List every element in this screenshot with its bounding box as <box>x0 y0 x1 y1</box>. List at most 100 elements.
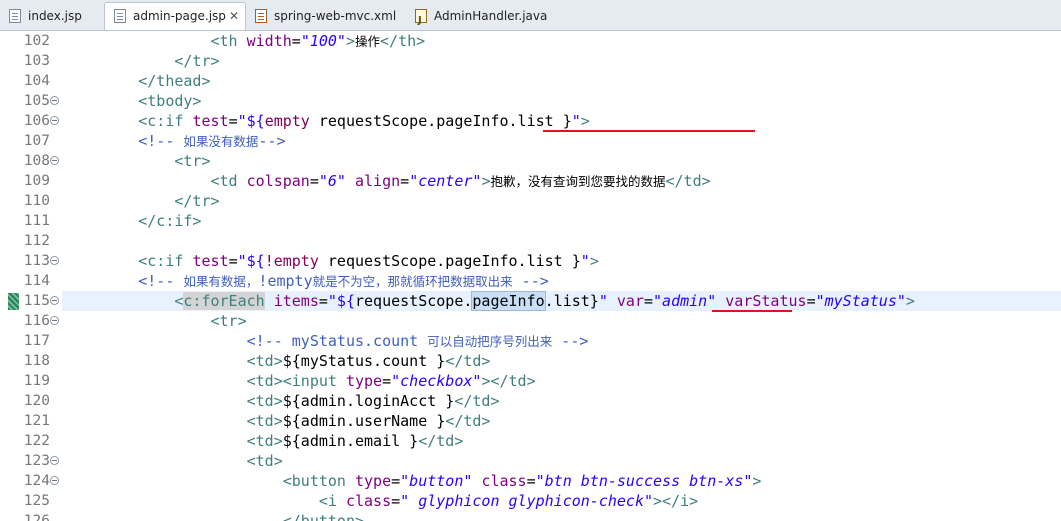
code-line[interactable]: 120 <td>${admin.loginAcct }</td> <box>0 391 1061 411</box>
code-token: .list} <box>544 292 599 310</box>
code-token: "${ <box>237 112 265 130</box>
code-token: = <box>391 492 401 510</box>
line-number: 119 <box>23 373 50 389</box>
code-line[interactable]: 108 <tr> <box>0 151 1061 171</box>
code-token: "100" <box>300 32 346 50</box>
fold-toggle-icon[interactable] <box>50 156 59 165</box>
code-line[interactable]: 107 <!-- 如果没有数据--> <box>0 131 1061 151</box>
tab-adminhandler-java[interactable]: AdminHandler.java <box>406 3 566 34</box>
line-number: 120 <box>23 393 50 409</box>
code-line[interactable]: 115 <c:forEach items="${requestScope.pag… <box>0 291 1061 311</box>
code-line[interactable]: 113 <c:if test="${!empty requestScope.pa… <box>0 251 1061 271</box>
code-token: c:forEach <box>183 292 265 310</box>
code-text: </c:if> <box>66 211 201 231</box>
code-line[interactable]: 106 <c:if test="${empty requestScope.pag… <box>0 111 1061 131</box>
code-token: "${ <box>327 292 355 310</box>
code-editor[interactable]: 102 <th width="100">操作</th> 103 </tr> 104 … <box>0 31 1061 521</box>
fold-toggle-icon[interactable] <box>50 476 59 485</box>
code-token: </c:if> <box>138 212 202 230</box>
line-number: 110 <box>23 193 50 209</box>
code-token: <td> <box>246 452 283 470</box>
code-line[interactable]: 105 <tbody> <box>0 91 1061 111</box>
code-token: <c:if <box>138 112 193 130</box>
code-line[interactable]: 126 </button> <box>0 511 1061 521</box>
line-number: 112 <box>23 233 50 249</box>
line-number: 108 <box>23 153 50 169</box>
code-token: = <box>318 292 328 310</box>
tab-label: spring-web-mvc.xml <box>274 9 397 23</box>
code-line[interactable]: 103 </tr> <box>0 51 1061 71</box>
line-number: 126 <box>23 513 50 521</box>
code-line[interactable]: 123 <td> <box>0 451 1061 471</box>
code-token: <td> <box>246 392 283 410</box>
code-token: 就是不为空，那就循环把数据取出来 <box>312 274 513 289</box>
fold-toggle-icon[interactable] <box>50 116 59 125</box>
close-icon[interactable]: ✕ <box>229 3 239 29</box>
tab-index-jsp[interactable]: index.jsp <box>0 3 104 29</box>
code-token: = <box>806 292 816 310</box>
code-token: width <box>246 32 292 50</box>
code-line[interactable]: 109 <td colspan="6" align="center">抱歉，没有… <box>0 171 1061 191</box>
code-text: </thead> <box>66 71 210 91</box>
fold-toggle-icon[interactable] <box>50 96 59 105</box>
code-text: <td> <box>66 451 283 471</box>
code-text: <td>${admin.loginAcct }</td> <box>66 391 500 411</box>
code-text: <!-- myStatus.count 可以自动把序号列出来 --> <box>66 331 589 352</box>
code-token: <tr> <box>210 312 247 330</box>
line-number: 115 <box>23 293 50 309</box>
code-line[interactable]: 118 <td>${myStatus.count }</td> <box>0 351 1061 371</box>
code-line[interactable]: 110 </tr> <box>0 191 1061 211</box>
tab-admin-page-jsp[interactable]: admin-page.jsp ✕ <box>104 2 246 30</box>
code-token: </tr> <box>174 192 220 210</box>
code-token: "${ <box>237 252 265 270</box>
code-line[interactable]: 121 <td>${admin.userName }</td> <box>0 411 1061 431</box>
code-token: <tbody> <box>138 92 202 110</box>
xml-file-icon <box>255 9 267 23</box>
code-line[interactable]: 116 <tr> <box>0 311 1061 331</box>
code-line[interactable]: 111 </c:if> <box>0 211 1061 231</box>
code-token: 如果有数据， <box>183 274 259 289</box>
code-text: <tbody> <box>66 91 201 111</box>
tab-spring-web-mvc-xml[interactable]: spring-web-mvc.xml <box>246 3 406 29</box>
code-token: class <box>481 472 527 490</box>
code-line[interactable]: 104 </thead> <box>0 71 1061 91</box>
code-token: = <box>391 472 401 490</box>
code-line[interactable]: 112 <box>0 231 1061 251</box>
code-token: > <box>580 112 590 130</box>
code-text: <th width="100">操作</th> <box>66 31 426 52</box>
code-token: = <box>291 32 301 50</box>
code-token: ></i> <box>653 492 699 510</box>
code-token: "6" <box>318 172 346 190</box>
fold-toggle-icon[interactable] <box>50 316 59 325</box>
code-line[interactable]: 102 <th width="100">操作</th> <box>0 31 1061 51</box>
code-token: empty <box>264 112 310 130</box>
code-line[interactable]: 124 <button type="button" class="btn btn… <box>0 471 1061 491</box>
code-line[interactable]: 122 <td>${admin.email }</td> <box>0 431 1061 451</box>
fold-toggle-icon[interactable] <box>50 256 59 265</box>
code-text: <c:if test="${empty requestScope.pageInf… <box>66 111 590 131</box>
code-token: 抱歉，没有查询到您要找的数据 <box>490 174 666 189</box>
line-number: 102 <box>23 33 50 49</box>
code-line[interactable]: 114 <!-- 如果有数据，!empty就是不为空，那就循环把数据取出来 --… <box>0 271 1061 291</box>
code-token: </th> <box>380 32 426 50</box>
code-line[interactable]: 125 <i class=" glyphicon glyphicon-check… <box>0 491 1061 511</box>
code-token: type <box>345 372 383 390</box>
code-token: = <box>309 172 319 190</box>
code-token: <c:if <box>138 252 193 270</box>
fold-toggle-icon[interactable] <box>50 296 59 305</box>
code-token: <td> <box>246 412 283 430</box>
code-token: items <box>273 292 319 310</box>
fold-toggle-icon[interactable] <box>50 456 59 465</box>
line-number: 106 <box>23 113 50 129</box>
code-token: "myStatus" <box>815 292 906 310</box>
code-line[interactable]: 117 <!-- myStatus.count 可以自动把序号列出来 --> <box>0 331 1061 351</box>
code-line[interactable]: 119 <td><input type="checkbox"></td> <box>0 371 1061 391</box>
